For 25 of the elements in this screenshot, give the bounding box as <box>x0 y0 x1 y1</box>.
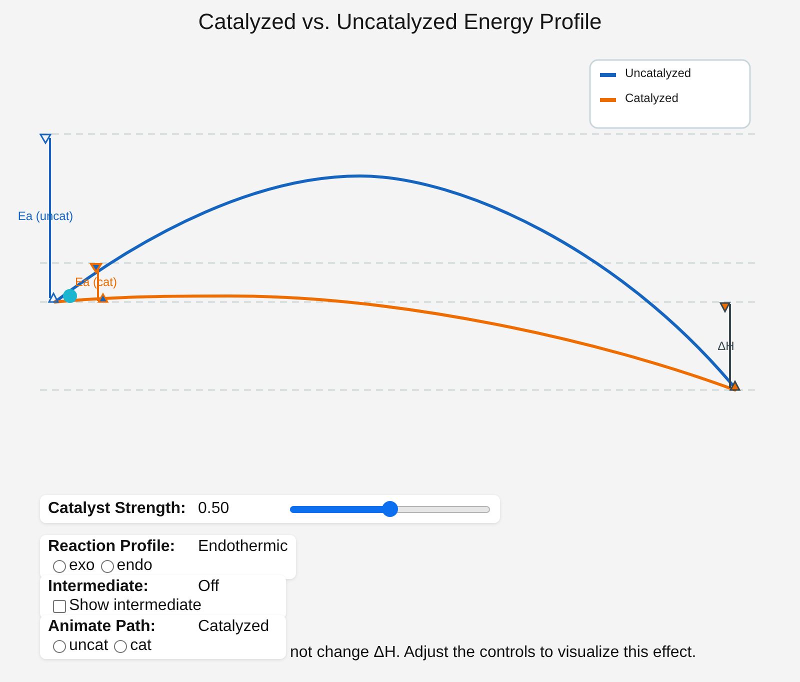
control-label: Reaction Profile: <box>48 538 176 556</box>
radio-button[interactable] <box>100 560 114 572</box>
legend-label: Catalyzed <box>625 91 678 105</box>
control-value: 0.50 <box>198 500 230 518</box>
control-label: Animate Path: <box>48 618 156 636</box>
radio-label[interactable]: endo <box>116 557 152 575</box>
footnote-text: not change ΔH. Adjust the controls to visualize this effect. <box>290 644 696 662</box>
control-value: Catalyzed <box>198 618 270 636</box>
radio-button[interactable] <box>53 640 66 652</box>
legend-label: Uncatalyzed <box>625 66 692 80</box>
slider-thumb[interactable] <box>382 501 398 517</box>
control-label: Intermediate: <box>48 578 148 596</box>
control-value: Endothermic <box>198 538 288 556</box>
control-value: Off <box>198 578 220 596</box>
control-label: Catalyst Strength: <box>48 500 186 518</box>
radio-label[interactable]: exo <box>69 557 95 575</box>
radio-label[interactable]: cat <box>130 637 152 655</box>
checkbox[interactable] <box>53 600 66 612</box>
radio-button[interactable] <box>114 640 128 652</box>
checkbox-label[interactable]: Show intermediate <box>69 597 202 615</box>
page-title: Catalyzed vs. Uncatalyzed Energy Profile <box>198 8 602 36</box>
slider-track[interactable] <box>290 501 490 517</box>
radio-label[interactable]: uncat <box>69 637 108 655</box>
radio-button[interactable] <box>53 560 66 572</box>
dot-icon <box>63 289 77 303</box>
